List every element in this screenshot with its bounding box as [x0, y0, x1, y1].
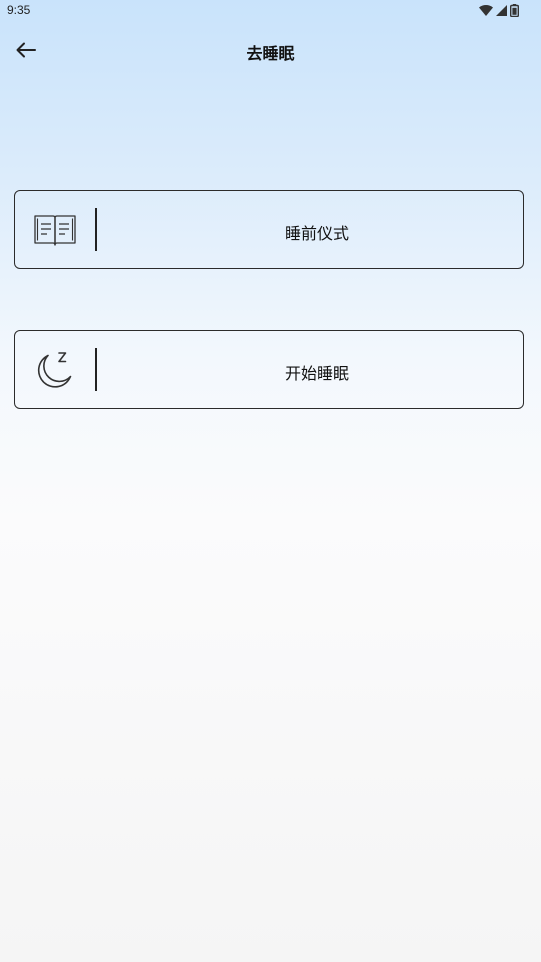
card-divider — [95, 348, 97, 391]
moon-sleep-icon — [33, 348, 77, 392]
bedtime-ritual-card[interactable]: 睡前仪式 — [14, 190, 524, 269]
start-sleep-card[interactable]: 开始睡眠 — [14, 330, 524, 409]
status-time: 9:35 — [7, 3, 31, 17]
card-divider — [95, 208, 97, 251]
page-title: 去睡眠 — [246, 44, 295, 63]
app-bar: 去睡眠 — [0, 30, 541, 74]
wifi-icon — [479, 5, 493, 16]
battery-icon — [510, 4, 519, 17]
status-bar: 9:35 — [0, 0, 541, 22]
book-icon — [33, 208, 77, 252]
start-sleep-label: 开始睡眠 — [284, 364, 349, 383]
status-icons — [479, 4, 519, 17]
bedtime-ritual-label: 睡前仪式 — [284, 224, 349, 243]
signal-icon — [496, 5, 507, 16]
